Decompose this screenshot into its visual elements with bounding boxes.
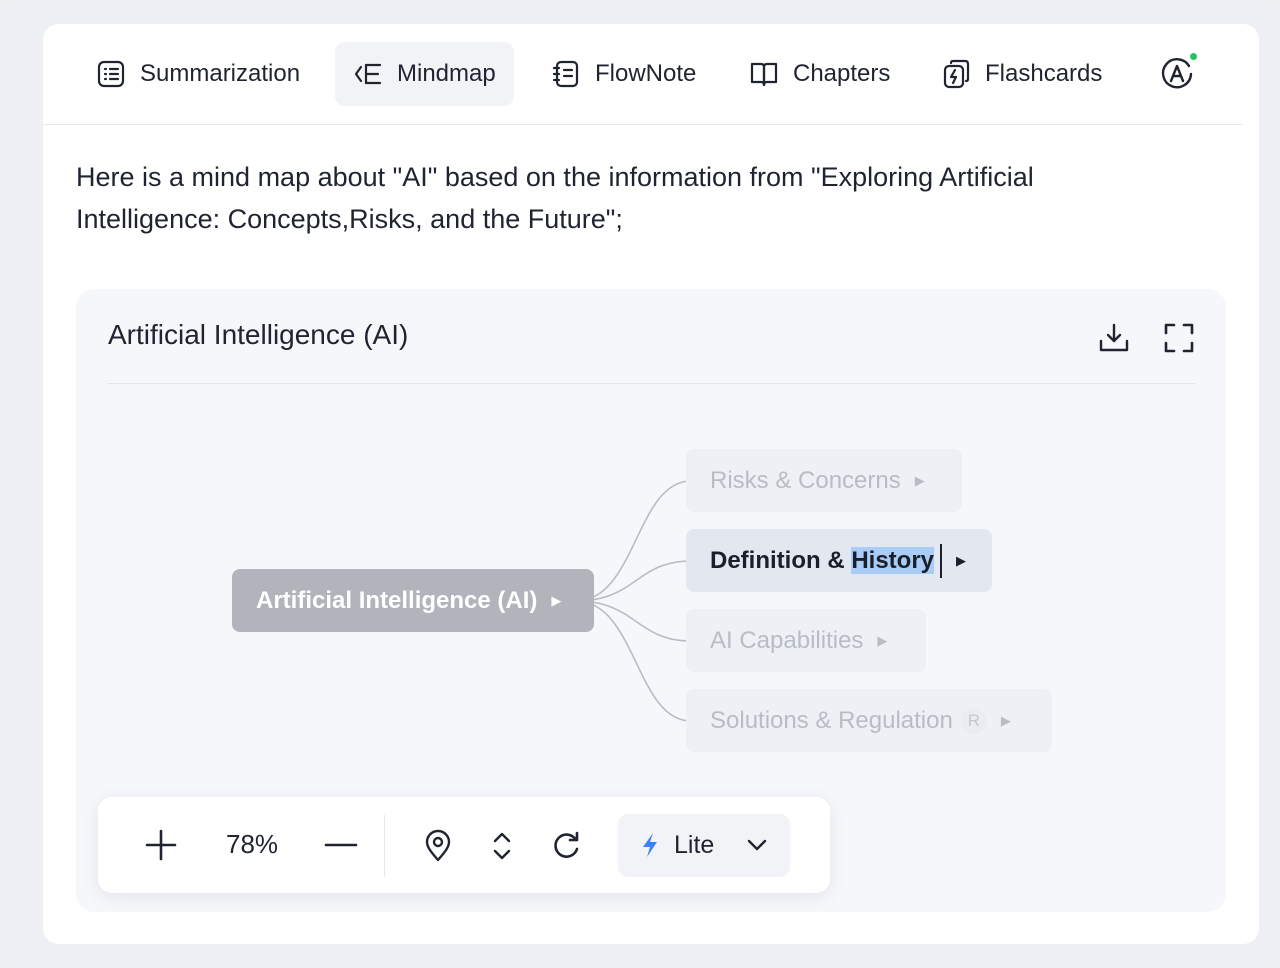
mindmap-node-capabilities[interactable]: AI Capabilities ▶ <box>686 609 926 672</box>
mindmap-node-definition[interactable]: Definition & History ▶ <box>686 529 992 592</box>
mindmap-icon <box>353 59 383 89</box>
status-dot <box>1190 53 1197 60</box>
expand-arrow-icon[interactable]: ▶ <box>915 473 925 489</box>
tab-flashcards-label: Flashcards <box>985 60 1103 87</box>
tab-flashcards[interactable]: Flashcards <box>923 42 1120 106</box>
tab-chapters[interactable]: Chapters <box>731 42 908 106</box>
node-capabilities-label: AI Capabilities <box>710 626 864 654</box>
intro-text: Here is a mind map about "AI" based on t… <box>76 156 1196 240</box>
intro-line-2: Intelligence: Concepts,Risks, and the Fu… <box>76 204 623 234</box>
node-definition-label[interactable]: Definition & History <box>710 546 935 575</box>
mode-dropdown[interactable]: Lite <box>618 814 790 877</box>
mindmap-node-risks[interactable]: Risks & Concerns ▶ <box>686 449 962 512</box>
mindmap-toolbar: 78% Lite <box>98 797 830 893</box>
account-button[interactable] <box>1159 53 1197 92</box>
zoom-in-button[interactable] <box>144 828 178 862</box>
root-node-label: Artificial Intelligence (AI) <box>256 586 538 614</box>
flashcards-icon <box>941 59 971 89</box>
book-icon <box>749 59 779 89</box>
chevron-up-down-icon <box>493 832 511 860</box>
expand-arrow-icon[interactable]: ▶ <box>956 553 966 569</box>
flownote-icon <box>551 59 581 89</box>
mode-label: Lite <box>674 831 715 859</box>
account-a-icon <box>1161 58 1193 89</box>
tab-flownote[interactable]: FlowNote <box>533 42 714 106</box>
node-solutions-label: Solutions & Regulation <box>710 706 953 734</box>
minus-icon <box>324 843 358 847</box>
summary-list-icon <box>96 59 126 89</box>
tab-chapters-label: Chapters <box>793 60 891 87</box>
expand-arrow-icon[interactable]: ▶ <box>877 633 887 649</box>
expand-arrow-icon[interactable]: ▶ <box>551 593 561 609</box>
node-definition-text: Definition & <box>710 546 852 574</box>
tab-mindmap[interactable]: Mindmap <box>335 42 514 106</box>
zoom-out-button[interactable] <box>324 828 358 862</box>
plus-icon <box>145 829 177 861</box>
expand-arrow-icon[interactable]: ▶ <box>1001 713 1011 729</box>
mindmap-node-solutions[interactable]: Solutions & Regulation R ▶ <box>686 689 1052 752</box>
tab-summarization-label: Summarization <box>140 60 301 87</box>
refresh-icon <box>554 831 579 858</box>
expand-collapse-button[interactable] <box>485 829 519 863</box>
text-selection-highlight: History <box>851 546 935 574</box>
tab-flownote-label: FlowNote <box>595 60 697 87</box>
chevron-down-icon <box>747 839 767 851</box>
r-badge: R <box>960 707 987 734</box>
lightning-icon <box>643 833 657 857</box>
tab-summarization[interactable]: Summarization <box>78 42 318 106</box>
mindmap-root-node[interactable]: Artificial Intelligence (AI) ▶ <box>232 569 594 632</box>
location-pin-icon <box>425 829 451 862</box>
text-cursor <box>940 543 943 578</box>
node-risks-label: Risks & Concerns <box>710 466 901 494</box>
main-card: Summarization Mindmap FlowNote Chapters … <box>43 24 1259 944</box>
locate-button[interactable] <box>421 829 455 863</box>
zoom-level: 78% <box>226 829 279 859</box>
tab-mindmap-label: Mindmap <box>397 60 496 87</box>
app-frame: Summarization Mindmap FlowNote Chapters … <box>0 0 1280 968</box>
toolbar-divider <box>384 815 385 877</box>
refresh-button[interactable] <box>549 829 583 863</box>
tab-bar: Summarization Mindmap FlowNote Chapters … <box>43 24 1243 125</box>
intro-line-1: Here is a mind map about "AI" based on t… <box>76 162 1034 192</box>
